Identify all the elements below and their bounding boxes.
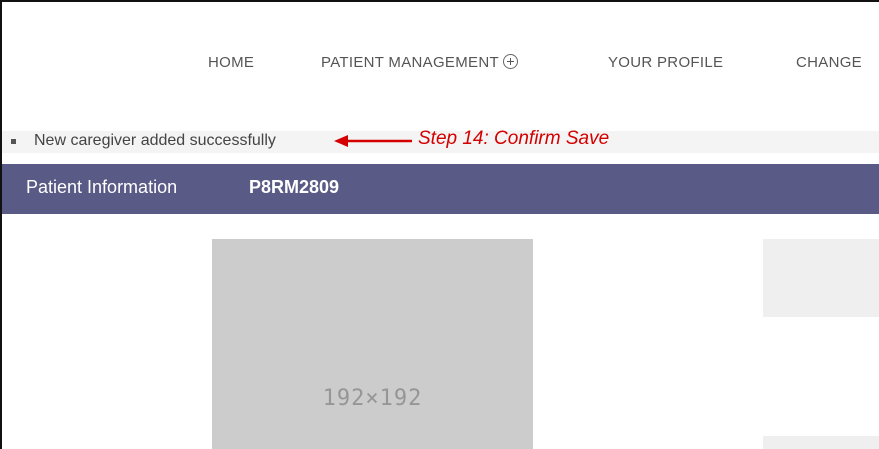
header-title: Patient Information: [26, 177, 178, 197]
nav-patient-management-label: PATIENT MANAGEMENT: [321, 54, 499, 71]
patient-id: P8RM2809: [249, 177, 340, 197]
info-panel-block: [763, 436, 879, 449]
arrow-left-icon: [334, 135, 412, 147]
nav-your-profile[interactable]: YOUR PROFILE: [608, 54, 723, 71]
nav-change[interactable]: CHANGE: [796, 54, 862, 71]
step-annotation: Step 14: Confirm Save: [418, 128, 610, 149]
nav-home[interactable]: HOME: [208, 54, 254, 71]
patient-info-header: Patient Information P8RM2809: [2, 164, 879, 214]
nav-patient-management[interactable]: PATIENT MANAGEMENT: [321, 54, 518, 71]
placeholder-size-label: 192×192: [322, 386, 423, 411]
main-nav: HOME PATIENT MANAGEMENT YOUR PROFILE CHA…: [0, 54, 879, 74]
info-panel-block: [763, 239, 879, 317]
bullet-icon: [11, 139, 16, 144]
success-message-text: New caregiver added successfully: [34, 132, 276, 149]
plus-circle-icon[interactable]: [502, 54, 518, 69]
patient-photo-placeholder: 192×192: [212, 239, 533, 449]
